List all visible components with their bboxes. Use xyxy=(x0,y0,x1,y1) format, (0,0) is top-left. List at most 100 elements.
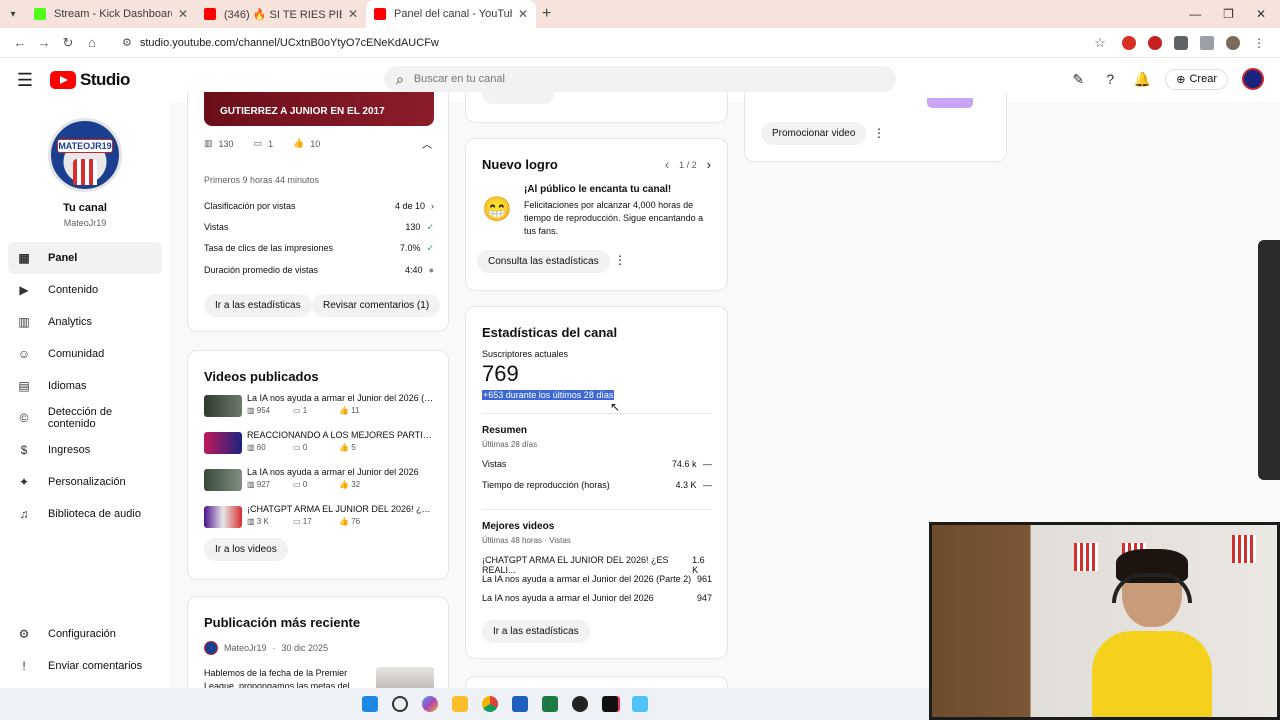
new-tab-icon[interactable]: + xyxy=(542,5,551,23)
customization-icon: ✦ xyxy=(18,475,30,489)
metric-row: Vistas 130 ✓ xyxy=(204,222,434,233)
browser-tab-studio[interactable]: Panel del canal - YouTube Studi ✕ xyxy=(366,0,536,28)
opera-extension-icon[interactable] xyxy=(1148,35,1162,50)
create-button[interactable]: ⊕ Crear xyxy=(1165,68,1228,90)
back-icon[interactable]: ← xyxy=(8,35,32,50)
likes-icon: 👍 xyxy=(339,443,352,452)
achievement-headline: ¡Al público le encanta tu canal! xyxy=(524,184,672,195)
sidebar-item-feedback[interactable]: ! Enviar comentarios xyxy=(8,650,162,682)
sidebar-item-personalizacion[interactable]: ✦ Personalización xyxy=(8,466,162,498)
search-icon[interactable] xyxy=(391,696,408,712)
card-title: Publicación más reciente xyxy=(204,615,361,630)
partial-button[interactable] xyxy=(482,92,554,104)
copilot-icon[interactable] xyxy=(421,696,438,712)
row-value: 74.6 k xyxy=(671,459,697,469)
collapse-chevron-icon[interactable]: ︿ xyxy=(422,136,432,151)
extensions-puzzle-icon[interactable] xyxy=(1174,35,1188,50)
minimize-icon[interactable]: — xyxy=(1189,7,1201,21)
header-actions: ✎ ? 🔔 ⊕ Crear xyxy=(1069,68,1264,90)
video-thumbnail xyxy=(204,469,242,491)
close-window-icon[interactable]: ✕ xyxy=(1256,7,1266,21)
sidebar-item-idiomas[interactable]: ▤ Idiomas xyxy=(8,370,162,402)
go-to-videos-button[interactable]: Ir a los videos xyxy=(204,538,288,561)
notepad-icon[interactable] xyxy=(631,696,648,712)
close-tab-icon[interactable]: ✕ xyxy=(178,7,188,21)
forward-icon[interactable]: → xyxy=(32,35,56,50)
browser-menu-icon[interactable]: ⋮ xyxy=(1252,36,1266,50)
sidebar-item-deteccion[interactable]: © Detección de contenido xyxy=(8,402,162,434)
file-explorer-icon[interactable] xyxy=(451,696,468,712)
sidebar-item-analytics[interactable]: ▥ Analytics xyxy=(8,306,162,338)
video-row[interactable]: REACCIONANDO A LOS MEJORES PARTIDOS ... … xyxy=(204,430,435,456)
go-to-analytics-button[interactable]: Ir a las estadísticas xyxy=(204,294,312,317)
studio-logo[interactable]: Studio xyxy=(50,70,130,90)
chrome-icon[interactable] xyxy=(481,696,498,712)
chevron-left-icon[interactable]: ‹ xyxy=(665,157,669,172)
browser-tab-youtube-video[interactable]: (346) 🔥 SI TE RIES PIERDES NIV ✕ xyxy=(196,0,366,28)
more-options-icon[interactable]: ⋮ xyxy=(873,126,885,140)
more-options-icon[interactable]: ⋮ xyxy=(614,253,626,267)
views-icon: ▥ xyxy=(204,138,213,148)
chevron-right-icon[interactable]: › xyxy=(707,157,711,172)
sidebar-item-panel[interactable]: ▦ Panel xyxy=(8,242,162,274)
browser-tab-kick[interactable]: Stream - Kick Dashboard ✕ xyxy=(26,0,196,28)
views-icon: ▥ xyxy=(247,406,257,415)
settings-icon: ⚙ xyxy=(18,627,30,641)
go-to-analytics-button[interactable]: Ir a las estadísticas xyxy=(482,620,590,643)
sidebar-item-contenido[interactable]: ▶ Contenido xyxy=(8,274,162,306)
top-video-row[interactable]: ¡CHATGPT ARMA EL JUNIOR DEL 2026! ¿ES RE… xyxy=(482,555,712,575)
sidebar-item-biblioteca[interactable]: ♫ Biblioteca de audio xyxy=(8,498,162,530)
top-video-row[interactable]: La IA nos ayuda a armar el Junior del 20… xyxy=(482,574,712,584)
help-icon[interactable]: ? xyxy=(1101,71,1119,87)
tiktok-icon[interactable] xyxy=(601,696,618,712)
video-row[interactable]: La IA nos ayuda a armar el Junior del 20… xyxy=(204,393,435,419)
sidebar-item-comunidad[interactable]: ☺ Comunidad xyxy=(8,338,162,370)
feedback-icon: ! xyxy=(22,659,26,673)
home-icon[interactable]: ⌂ xyxy=(80,35,104,50)
profile-avatar-icon[interactable] xyxy=(1226,35,1240,50)
metric-label: Tasa de clics de las impresiones xyxy=(204,243,334,253)
comments-count: 0 xyxy=(302,443,308,452)
close-tab-icon[interactable]: ✕ xyxy=(348,7,358,21)
maximize-icon[interactable]: ❐ xyxy=(1223,7,1234,21)
youtube-favicon-icon xyxy=(374,8,386,20)
metric-label: Vistas xyxy=(204,222,229,232)
video-row[interactable]: La IA nos ayuda a armar el Junior del 20… xyxy=(204,467,434,493)
side-panel-peek[interactable] xyxy=(1258,240,1280,480)
sidebar-item-label: Comunidad xyxy=(48,348,105,360)
close-tab-icon[interactable]: ✕ xyxy=(518,7,528,21)
promote-video-button[interactable]: Promocionar video xyxy=(761,122,867,145)
obs-icon[interactable] xyxy=(571,696,588,712)
metric-row: Tasa de clics de las impresiones 7.0% ✓ xyxy=(204,243,434,254)
sidebar-item-ingresos[interactable]: $ Ingresos xyxy=(8,434,162,466)
windows-start-icon[interactable] xyxy=(361,696,378,712)
video-thumbnail xyxy=(204,506,242,528)
account-avatar[interactable] xyxy=(1242,68,1264,90)
search-icon[interactable]: ⌕ xyxy=(396,71,404,88)
excel-icon[interactable] xyxy=(541,696,558,712)
tab-search-chevron-icon[interactable]: ▾ xyxy=(0,9,26,20)
reload-icon[interactable]: ↻ xyxy=(56,35,80,51)
bookmark-star-icon[interactable]: ☆ xyxy=(1088,35,1112,51)
site-info-icon[interactable]: ⚙ xyxy=(122,36,132,49)
hamburger-menu-icon[interactable]: ☰ xyxy=(0,70,50,91)
comments-icon[interactable]: ✎ xyxy=(1069,71,1087,88)
divider xyxy=(482,509,712,510)
latest-video-thumbnail[interactable]: GUTIERREZ A JUNIOR EN EL 2017 xyxy=(204,92,434,126)
see-stats-button[interactable]: Consulta las estadísticas xyxy=(477,250,610,273)
latest-video-period: Primeros 9 horas 44 minutos xyxy=(204,175,320,185)
search-input[interactable] xyxy=(413,73,834,85)
review-comments-button[interactable]: Revisar comentarios (1) xyxy=(312,294,441,317)
notifications-bell-icon[interactable]: 🔔 xyxy=(1133,71,1151,88)
channel-avatar[interactable]: MATEOJR19 xyxy=(48,118,122,192)
video-stats: ▥ 954 ▭ 1 👍 11 xyxy=(247,406,385,415)
url-field[interactable]: ⚙ studio.youtube.com/channel/UCxtnB0oYty… xyxy=(112,31,1088,55)
video-title: La IA nos ayuda a armar el Junior del 20… xyxy=(247,467,419,477)
adblock-extension-icon[interactable] xyxy=(1122,35,1136,50)
sidebar-item-configuracion[interactable]: ⚙ Configuración xyxy=(8,618,162,650)
word-icon[interactable] xyxy=(511,696,528,712)
metric-row[interactable]: Clasificación por vistas 4 de 10 › xyxy=(204,201,434,211)
top-video-row[interactable]: La IA nos ayuda a armar el Junior del 20… xyxy=(482,593,712,603)
video-row[interactable]: ¡CHATGPT ARMA EL JUNIOR DEL 2026! ¿ES R.… xyxy=(204,504,435,530)
media-control-icon[interactable] xyxy=(1200,35,1214,50)
